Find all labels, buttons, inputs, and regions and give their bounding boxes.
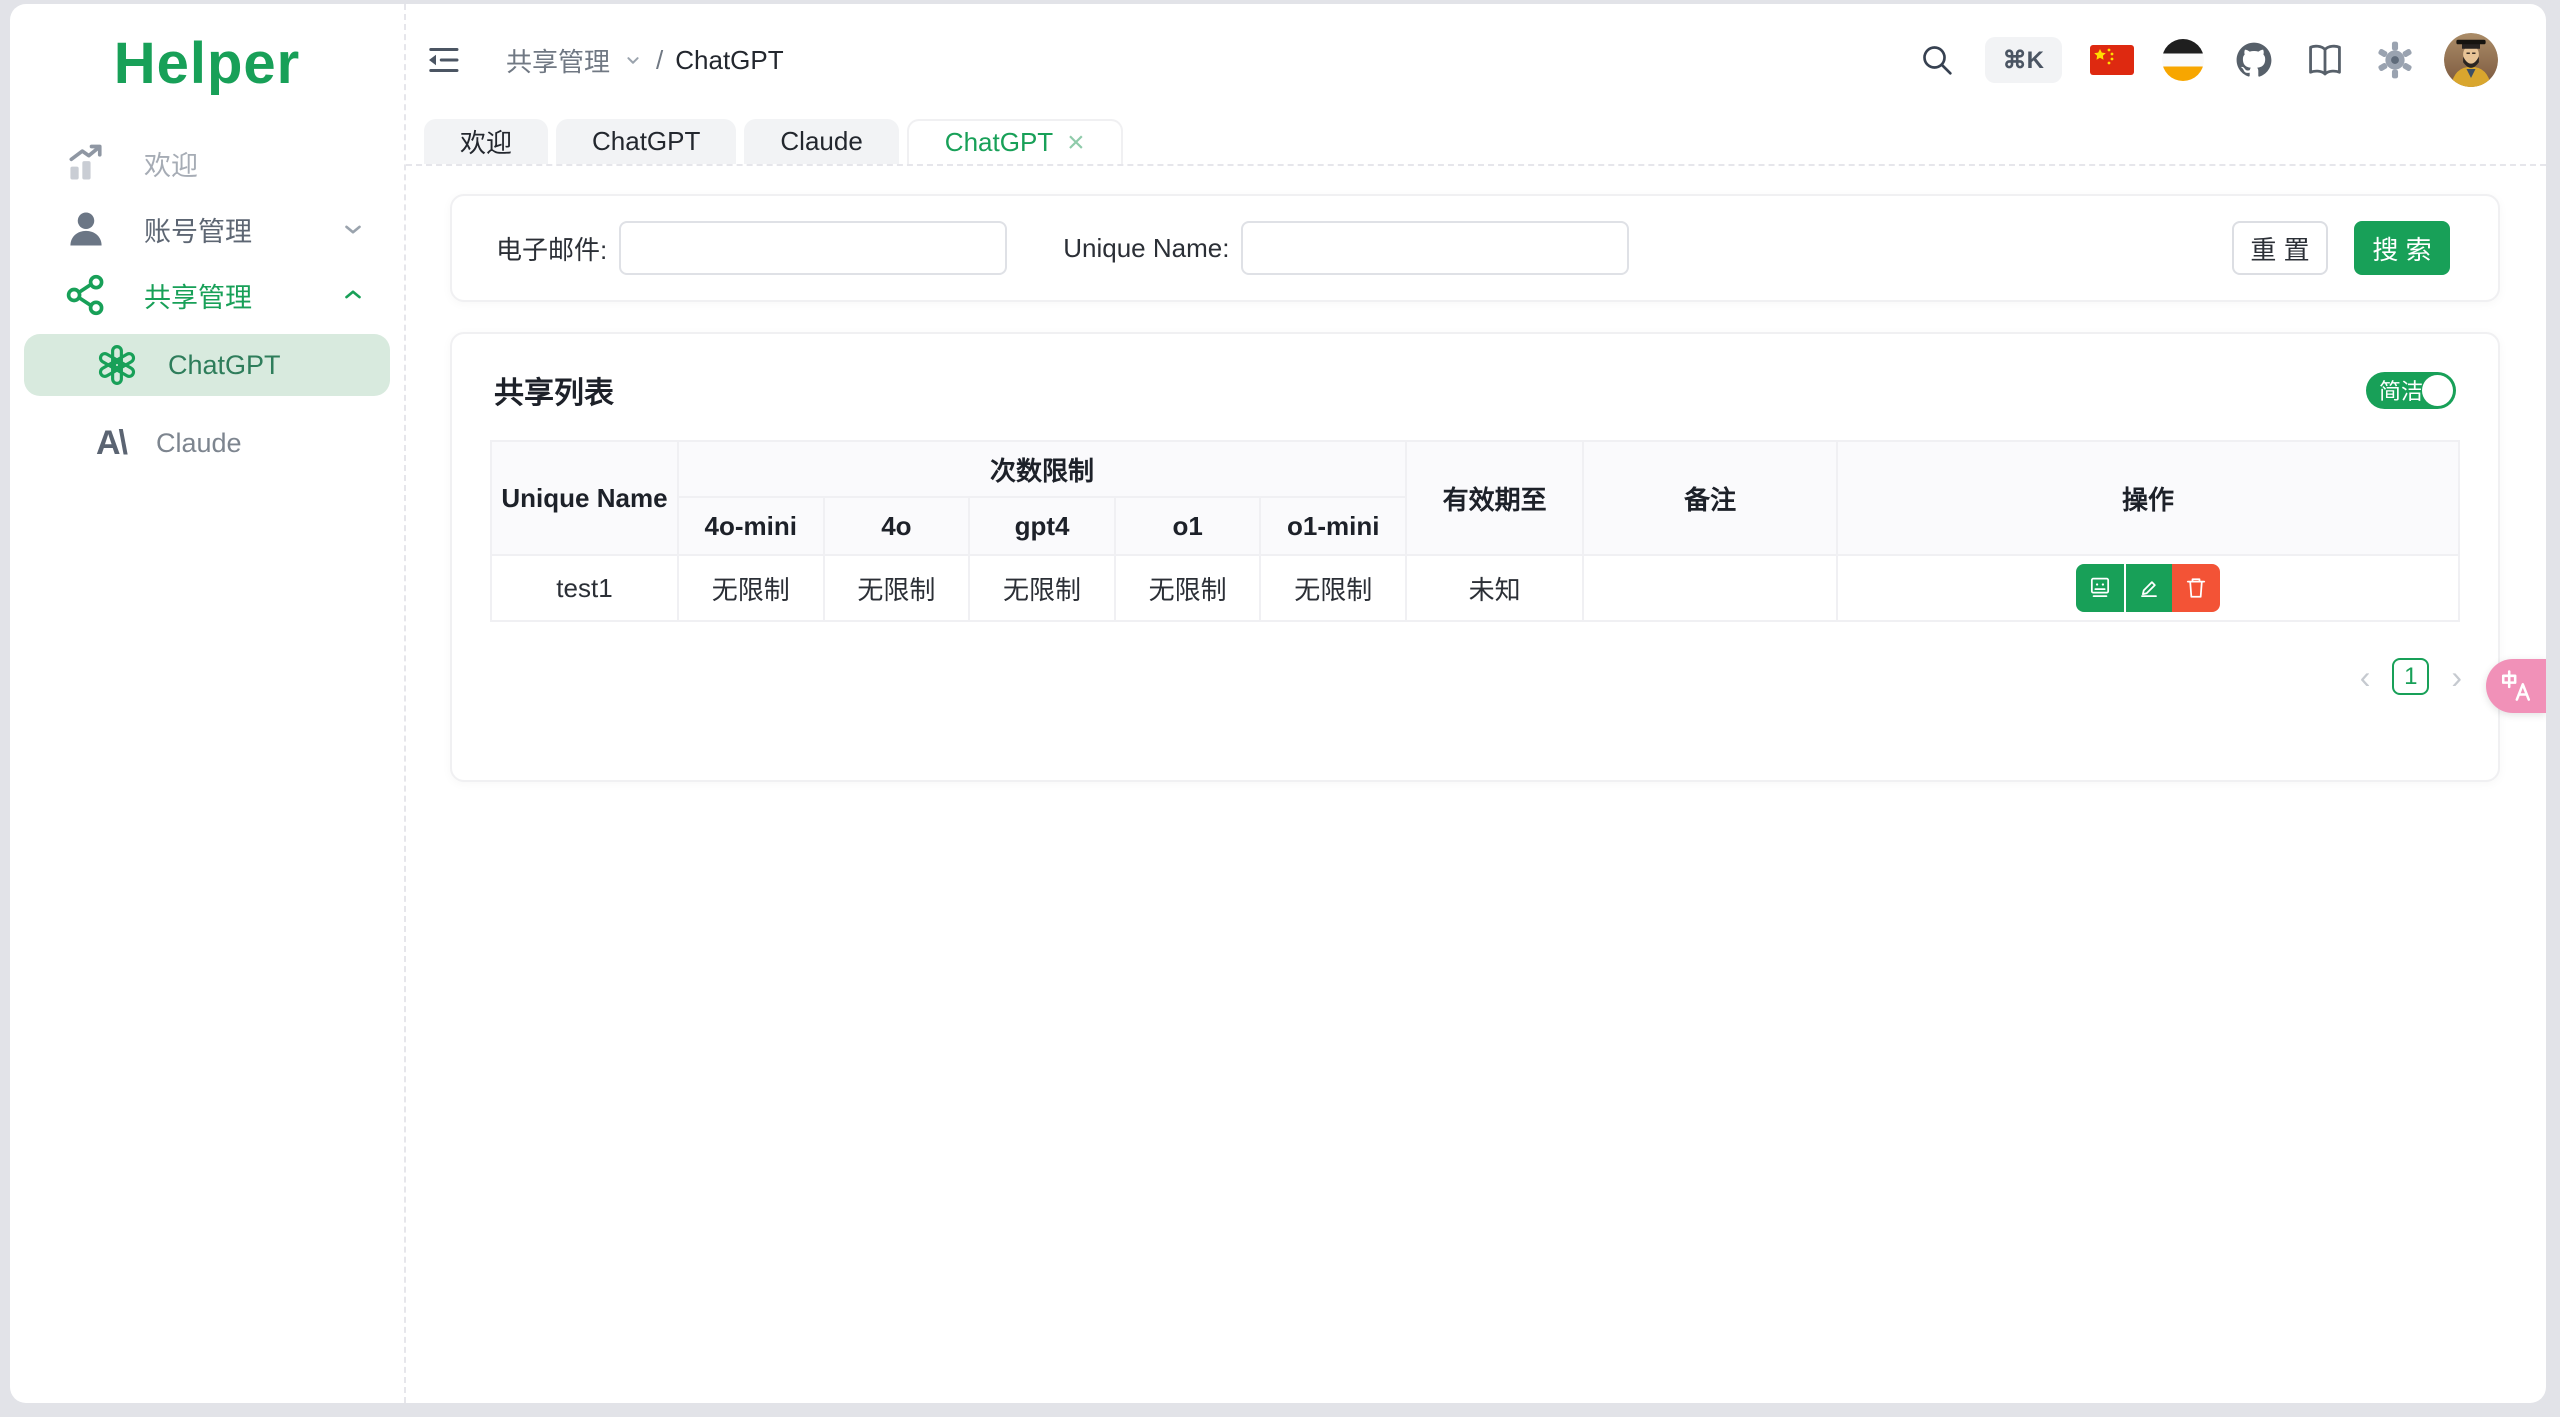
- cell-limit: 无限制: [676, 554, 825, 622]
- anthropic-icon: A\: [96, 423, 128, 462]
- github-icon[interactable]: [2232, 38, 2276, 82]
- col-expiry: 有效期至: [1405, 440, 1585, 556]
- tab-label: ChatGPT: [944, 127, 1054, 157]
- tab-claude[interactable]: Claude: [744, 119, 899, 164]
- close-icon[interactable]: ×: [1067, 127, 1085, 158]
- table-row: test1 无限制 无限制 无限制 无限制 无限制 未知: [490, 554, 2460, 622]
- tab-chatgpt[interactable]: ChatGPT: [556, 119, 737, 164]
- user-icon: [64, 207, 108, 251]
- tab-label: Claude: [780, 126, 863, 156]
- email-field[interactable]: [619, 221, 1008, 275]
- sidebar: Helper 欢迎 账号管理 共享管理 ChatGPT A\ Claude: [10, 4, 406, 1403]
- sidebar-item-claude[interactable]: A\ Claude: [24, 412, 390, 474]
- page-content: 电子邮件: Unique Name: 重 置 搜 索 共享列表 简洁 Uniqu…: [406, 166, 2546, 1403]
- reset-button[interactable]: 重 置: [2232, 221, 2328, 275]
- col-model: o1-mini: [1259, 496, 1408, 556]
- chevron-down-icon: [340, 216, 366, 242]
- search-filter-card: 电子邮件: Unique Name: 重 置 搜 索: [450, 194, 2500, 302]
- top-bar: 共享管理 / ChatGPT ⌘K: [406, 4, 2546, 116]
- cell-limit: 无限制: [968, 554, 1116, 622]
- chevron-down-icon: [622, 49, 644, 71]
- cell-limit: 无限制: [1259, 554, 1408, 622]
- col-model: gpt4: [968, 496, 1116, 556]
- collapse-sidebar-icon[interactable]: [422, 39, 464, 81]
- app-logo: Helper: [113, 31, 301, 96]
- breadcrumb-separator: /: [656, 44, 664, 75]
- sidebar-item-label: ChatGPT: [168, 349, 281, 380]
- docs-book-icon[interactable]: [2304, 39, 2346, 81]
- sidebar-item-welcome[interactable]: 欢迎: [10, 130, 404, 196]
- sidebar-item-label: 账号管理: [144, 216, 252, 247]
- tab-chatgpt-active[interactable]: ChatGPT ×: [906, 119, 1123, 164]
- compact-mode-toggle[interactable]: 简洁: [2366, 371, 2456, 409]
- sidebar-item-label: 共享管理: [144, 282, 252, 313]
- share-table: Unique Name 次数限制 有效期至 备注 操作 4o-mini 4o g…: [490, 440, 2460, 622]
- col-actions: 操作: [1836, 440, 2460, 556]
- col-model: 4o: [822, 496, 971, 556]
- toggle-knob: [2422, 374, 2453, 406]
- share-list-card: 共享列表 简洁 Unique Name 次数限制 有效期至 备注 操作 4o-m…: [450, 332, 2500, 782]
- cell-expiry: 未知: [1405, 554, 1585, 622]
- keyboard-shortcut-badge[interactable]: ⌘K: [1984, 37, 2062, 83]
- main-area: 共享管理 / ChatGPT ⌘K 欢迎 ChatGPT Claude Chat…: [406, 4, 2546, 1403]
- tab-welcome[interactable]: 欢迎: [424, 119, 549, 164]
- sidebar-item-label: 欢迎: [144, 150, 198, 181]
- search-icon[interactable]: [1917, 40, 1957, 80]
- breadcrumb: 共享管理 / ChatGPT: [506, 42, 784, 79]
- chevron-up-icon: [340, 282, 366, 308]
- breadcrumb-section[interactable]: 共享管理: [506, 42, 610, 79]
- translate-icon: [2499, 669, 2533, 703]
- openai-icon: [96, 344, 138, 386]
- sidebar-item-share[interactable]: 共享管理: [10, 262, 404, 328]
- chart-icon: [64, 141, 108, 185]
- cell-limit: 无限制: [822, 554, 971, 622]
- cell-limit: 无限制: [1113, 554, 1262, 622]
- col-limits-group: 次数限制: [676, 440, 1408, 498]
- cell-unique-name: test1: [490, 554, 679, 622]
- translate-fab[interactable]: [2486, 659, 2546, 713]
- unique-name-label: Unique Name:: [1063, 232, 1230, 263]
- col-model: 4o-mini: [676, 496, 825, 556]
- app-window: Helper 欢迎 账号管理 共享管理 ChatGPT A\ Claude 共享…: [10, 4, 2546, 1403]
- share-list-title: 共享列表: [494, 377, 614, 410]
- col-unique-name: Unique Name: [490, 440, 679, 556]
- toggle-label: 简洁: [2379, 379, 2424, 404]
- cell-note: [1582, 554, 1839, 622]
- cell-actions: [1836, 554, 2460, 622]
- unique-name-field[interactable]: [1241, 221, 1630, 275]
- sidebar-menu: 欢迎 账号管理 共享管理 ChatGPT A\ Claude: [10, 130, 404, 474]
- user-avatar[interactable]: [2444, 33, 2498, 87]
- sidebar-item-account[interactable]: 账号管理: [10, 196, 404, 262]
- pagination: ‹ 1 ›: [452, 622, 2498, 695]
- share-icon: [64, 273, 108, 317]
- col-model: o1: [1113, 496, 1262, 556]
- sidebar-item-chatgpt[interactable]: ChatGPT: [24, 334, 390, 396]
- tab-label: 欢迎: [460, 128, 513, 158]
- tab-bar: 欢迎 ChatGPT Claude ChatGPT ×: [406, 116, 2546, 166]
- search-button[interactable]: 搜 索: [2354, 221, 2450, 275]
- share-table-wrap: Unique Name 次数限制 有效期至 备注 操作 4o-mini 4o g…: [452, 440, 2498, 622]
- topbar-actions: ⌘K: [1917, 33, 2498, 87]
- page-next-icon[interactable]: ›: [2451, 661, 2462, 693]
- flag-stripes-icon[interactable]: [2162, 39, 2204, 81]
- tab-label: ChatGPT: [592, 126, 701, 156]
- col-note: 备注: [1582, 440, 1839, 556]
- gear-icon[interactable]: [2374, 39, 2416, 81]
- id-card-button[interactable]: [2076, 564, 2125, 612]
- flag-china-icon[interactable]: [2090, 45, 2134, 75]
- sidebar-item-label: Claude: [156, 427, 242, 458]
- breadcrumb-page[interactable]: ChatGPT: [675, 45, 783, 76]
- edit-button[interactable]: [2124, 564, 2173, 612]
- delete-button[interactable]: [2172, 564, 2221, 612]
- email-label: 电子邮件:: [496, 234, 608, 265]
- page-prev-icon[interactable]: ‹: [2360, 661, 2371, 693]
- page-number[interactable]: 1: [2392, 658, 2430, 695]
